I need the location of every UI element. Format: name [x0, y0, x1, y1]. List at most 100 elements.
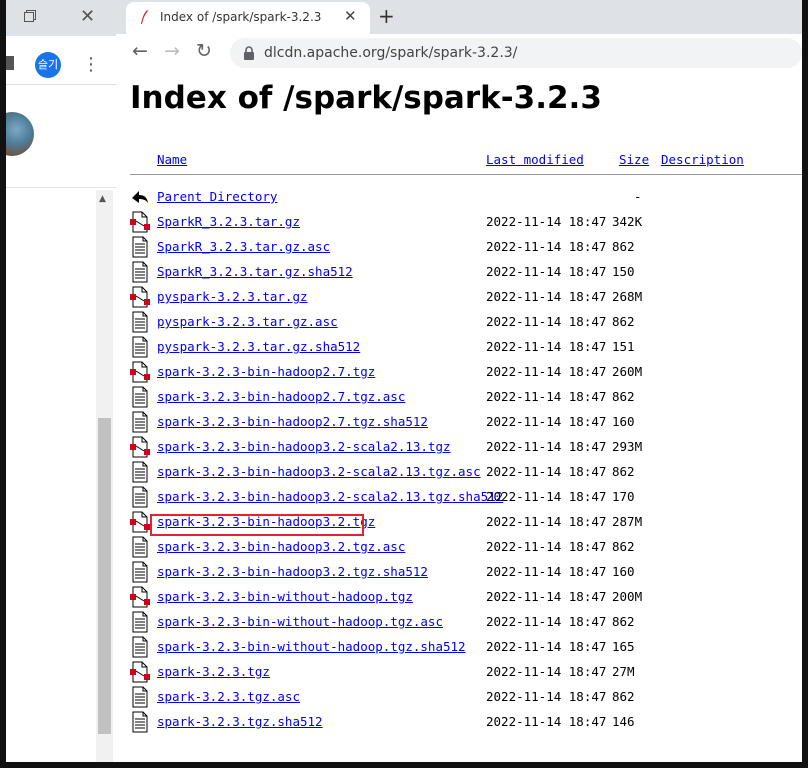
file-link[interactable]: spark-3.2.3.tgz.sha512: [157, 714, 323, 729]
back-arrow-icon: [132, 191, 148, 203]
file-link[interactable]: SparkR_3.2.3.tar.gz: [157, 214, 300, 229]
new-tab-icon[interactable]: +: [378, 4, 395, 28]
file-size: 200M: [612, 589, 643, 604]
restore-window-icon[interactable]: [24, 10, 36, 22]
file-link[interactable]: spark-3.2.3.tgz: [157, 664, 270, 679]
scroll-up-arrow-icon[interactable]: ▲: [99, 194, 106, 204]
file-link[interactable]: SparkR_3.2.3.tar.gz.sha512: [157, 264, 353, 279]
file-date: 2022-11-14 18:47: [486, 214, 607, 229]
file-date: 2022-11-14 18:47: [486, 639, 607, 654]
parent-directory-link[interactable]: Parent Directory: [157, 189, 277, 204]
file-link[interactable]: spark-3.2.3-bin-hadoop3.2-scala2.13.tgz.…: [157, 464, 481, 479]
back-icon[interactable]: ←: [132, 40, 148, 62]
file-date: 2022-11-14 18:47: [486, 489, 607, 504]
file-size: 160: [612, 564, 635, 579]
file-date: 2022-11-14 18:47: [486, 239, 607, 254]
file-date: 2022-11-14 18:47: [486, 714, 607, 729]
text-file-icon: [130, 261, 150, 283]
address-bar[interactable]: dlcdn.apache.org/spark/spark-3.2.3/: [230, 38, 802, 68]
file-date: 2022-11-14 18:47: [486, 414, 607, 429]
file-row: spark-3.2.3-bin-without-hadoop.tgz 2022-1…: [116, 586, 802, 611]
file-date: 2022-11-14 18:47: [486, 339, 607, 354]
lock-icon[interactable]: [242, 45, 256, 61]
column-header-description[interactable]: Description: [661, 152, 744, 167]
file-link[interactable]: spark-3.2.3-bin-without-hadoop.tgz.asc: [157, 614, 443, 629]
file-row: spark-3.2.3.tgz.sha512 2022-11-14 18:47 14…: [116, 711, 802, 736]
file-link[interactable]: pyspark-3.2.3.tar.gz: [157, 289, 308, 304]
compressed-file-icon: [130, 361, 150, 383]
reload-icon[interactable]: ↻: [196, 40, 212, 62]
column-header-name[interactable]: Name: [157, 152, 187, 167]
file-date: 2022-11-14 18:47: [486, 439, 607, 454]
file-link[interactable]: spark-3.2.3-bin-hadoop3.2.tgz.sha512: [157, 564, 428, 579]
url-text[interactable]: dlcdn.apache.org/spark/spark-3.2.3/: [264, 45, 517, 61]
file-size: 268M: [612, 289, 643, 304]
file-row: SparkR_3.2.3.tar.gz.sha512 2022-11-14 18:…: [116, 261, 802, 286]
profile-avatar[interactable]: 슬기: [35, 52, 61, 78]
file-row: spark-3.2.3.tgz 2022-11-14 18:47 27M: [116, 661, 802, 686]
file-link[interactable]: pyspark-3.2.3.tar.gz.sha512: [157, 339, 360, 354]
file-row: spark-3.2.3-bin-hadoop2.7.tgz 2022-11-14 …: [116, 361, 802, 386]
file-size: 862: [612, 614, 635, 629]
file-row: SparkR_3.2.3.tar.gz 2022-11-14 18:47 342K: [116, 211, 802, 236]
file-link[interactable]: spark-3.2.3-bin-without-hadoop.tgz.sha51…: [157, 639, 466, 654]
file-row: spark-3.2.3-bin-without-hadoop.tgz.sha51…: [116, 636, 802, 661]
file-size: 160: [612, 414, 635, 429]
file-link[interactable]: SparkR_3.2.3.tar.gz.asc: [157, 239, 330, 254]
tab-strip: Index of /spark/spark-3.2.3 ✕ +: [116, 0, 802, 34]
file-link[interactable]: spark-3.2.3-bin-hadoop3.2.tgz.asc: [157, 539, 405, 554]
text-file-icon: [130, 686, 150, 708]
file-row: pyspark-3.2.3.tar.gz.sha512 2022-11-14 18…: [116, 336, 802, 361]
profile-photo: [6, 112, 34, 156]
file-size: 170: [612, 489, 635, 504]
file-row: pyspark-3.2.3.tar.gz.asc 2022-11-14 18:47…: [116, 311, 802, 336]
file-link[interactable]: spark-3.2.3-bin-hadoop3.2-scala2.13.tgz.…: [157, 489, 503, 504]
extension-icon[interactable]: [6, 56, 14, 70]
apache-feather-icon: [141, 9, 149, 24]
file-date: 2022-11-14 18:47: [486, 314, 607, 329]
file-link[interactable]: spark-3.2.3-bin-hadoop2.7.tgz.sha512: [157, 414, 428, 429]
screenshot-frame: ✕ 슬기 ⋮ ▲ Index of /spark/spark-3.2.3 ✕ +…: [6, 0, 802, 762]
file-size: 862: [612, 239, 635, 254]
text-file-icon: [130, 486, 150, 508]
file-date: 2022-11-14 18:47: [486, 589, 607, 604]
text-file-icon: [130, 536, 150, 558]
file-link[interactable]: spark-3.2.3-bin-without-hadoop.tgz: [157, 589, 413, 604]
text-file-icon: [130, 636, 150, 658]
header-divider: [130, 174, 802, 175]
background-window: ✕ 슬기 ⋮ ▲: [6, 0, 117, 762]
page-title: Index of /spark/spark-3.2.3: [130, 80, 602, 116]
file-size: 862: [612, 689, 635, 704]
column-header-last-modified[interactable]: Last modified: [486, 152, 584, 167]
file-size: 27M: [612, 664, 635, 679]
close-window-icon[interactable]: ✕: [80, 6, 95, 27]
file-date: 2022-11-14 18:47: [486, 539, 607, 554]
compressed-file-icon: [130, 586, 150, 608]
file-size: 287M: [612, 514, 643, 529]
text-file-icon: [130, 611, 150, 633]
compressed-file-icon: [130, 286, 150, 308]
file-row: spark-3.2.3-bin-hadoop3.2-scala2.13.tgz.…: [116, 486, 802, 511]
file-link[interactable]: spark-3.2.3-bin-hadoop3.2-scala2.13.tgz: [157, 439, 451, 454]
forward-icon[interactable]: →: [164, 40, 180, 62]
divider: [6, 187, 116, 188]
file-link[interactable]: spark-3.2.3-bin-hadoop2.7.tgz: [157, 364, 375, 379]
file-date: 2022-11-14 18:47: [486, 514, 607, 529]
file-row: spark-3.2.3-bin-hadoop2.7.tgz.sha512 2022…: [116, 411, 802, 436]
column-header-size[interactable]: Size: [619, 152, 649, 167]
page-content: Index of /spark/spark-3.2.3 Name Last mo…: [116, 72, 802, 762]
more-menu-icon[interactable]: ⋮: [82, 52, 100, 78]
text-file-icon: [130, 311, 150, 333]
tab-active[interactable]: Index of /spark/spark-3.2.3 ✕: [126, 2, 370, 34]
file-size: 293M: [612, 439, 643, 454]
file-link[interactable]: spark-3.2.3-bin-hadoop2.7.tgz.asc: [157, 389, 405, 404]
compressed-file-icon: [130, 211, 150, 233]
file-link[interactable]: pyspark-3.2.3.tar.gz.asc: [157, 314, 338, 329]
file-date: 2022-11-14 18:47: [486, 264, 607, 279]
scrollbar-thumb[interactable]: [98, 418, 111, 734]
file-link[interactable]: spark-3.2.3.tgz.asc: [157, 689, 300, 704]
file-row: spark-3.2.3-bin-hadoop3.2.tgz.asc 2022-11…: [116, 536, 802, 561]
file-size: 862: [612, 389, 635, 404]
tab-close-icon[interactable]: ✕: [344, 7, 357, 25]
file-date: 2022-11-14 18:47: [486, 664, 607, 679]
